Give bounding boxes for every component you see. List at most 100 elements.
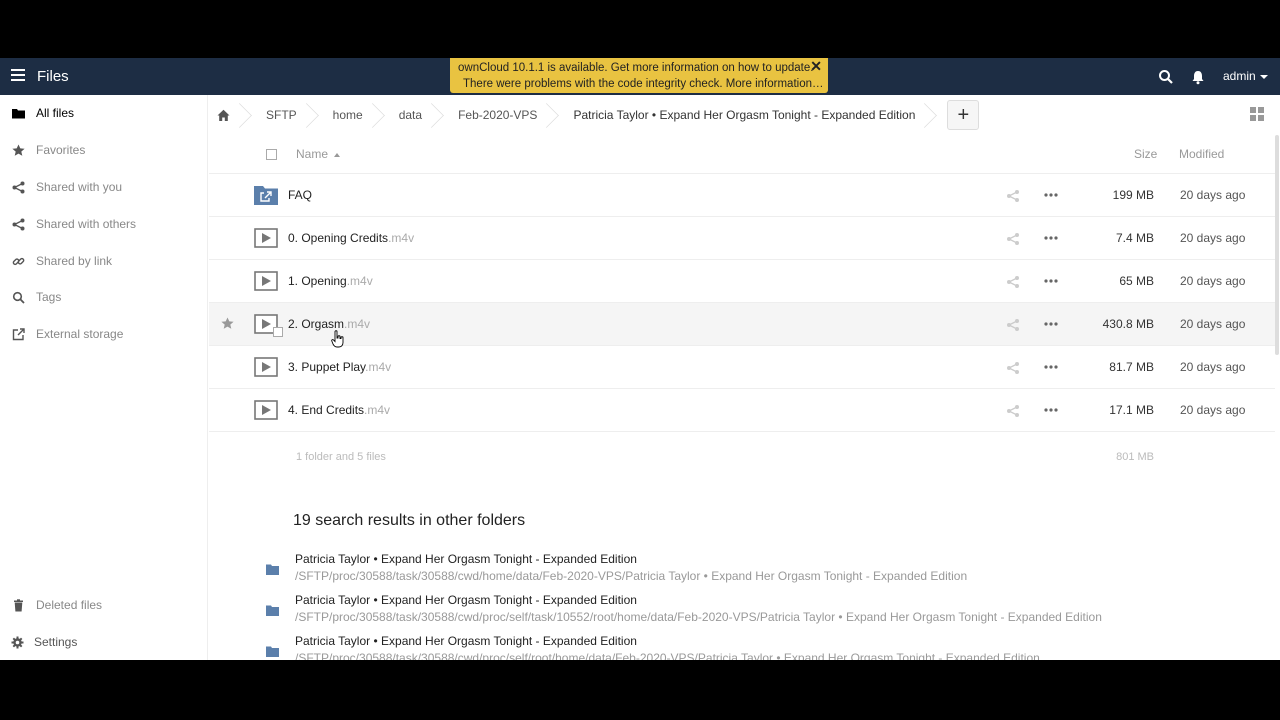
sidebar: All files Favorites Shared with you Shar… <box>0 95 208 660</box>
share-icon <box>12 181 24 193</box>
sidebar-item-external-storage[interactable]: External storage <box>0 320 208 348</box>
more-actions-icon[interactable] <box>1044 365 1058 369</box>
file-name[interactable]: 2. Orgasm.m4v <box>288 317 370 331</box>
share-icon[interactable] <box>1006 275 1020 289</box>
search-result-path: /SFTP/proc/30588/task/30588/cwd/proc/sel… <box>295 610 1102 624</box>
trash-icon <box>13 598 23 611</box>
file-name[interactable]: 0. Opening Credits.m4v <box>288 231 414 245</box>
search-result-item[interactable]: Patricia Taylor • Expand Her Orgasm Toni… <box>266 593 1266 627</box>
hand-cursor-icon <box>331 330 344 348</box>
sidebar-item-favorites[interactable]: Favorites <box>0 136 208 164</box>
share-icon[interactable] <box>1006 232 1020 246</box>
table-row[interactable]: 4. End Credits.m4v 17.1 MB 20 days ago <box>209 389 1275 432</box>
sidebar-item-shared-by-link[interactable]: Shared by link <box>0 247 208 275</box>
file-name-text: 4. End Credits <box>288 403 365 417</box>
sidebar-item-settings[interactable]: Settings <box>0 628 208 656</box>
hamburger-menu-icon[interactable] <box>11 69 25 83</box>
sidebar-item-label: All files <box>36 106 75 120</box>
table-row[interactable]: FAQ 199 MB 20 days ago <box>209 174 1275 217</box>
file-name-text: 1. Opening <box>288 274 347 288</box>
select-all-checkbox[interactable] <box>266 149 277 160</box>
sidebar-item-shared-with-you[interactable]: Shared with you <box>0 173 208 201</box>
search-result-item[interactable]: Patricia Taylor • Expand Her Orgasm Toni… <box>266 634 1266 660</box>
file-modified: 20 days ago <box>1180 360 1246 374</box>
share-icon[interactable] <box>1006 318 1020 332</box>
file-name[interactable]: 4. End Credits.m4v <box>288 403 390 417</box>
external-folder-icon <box>254 186 278 205</box>
sidebar-item-tags[interactable]: Tags <box>0 283 208 311</box>
search-result-name: Patricia Taylor • Expand Her Orgasm Toni… <box>295 552 637 566</box>
sidebar-item-shared-with-others[interactable]: Shared with others <box>0 210 208 238</box>
file-list-summary: 1 folder and 5 files 801 MB <box>209 432 1275 482</box>
more-actions-icon[interactable] <box>1044 236 1058 240</box>
search-result-path: /SFTP/proc/30588/task/30588/cwd/home/dat… <box>295 569 968 583</box>
update-notification: ownCloud 10.1.1 is available. Get more i… <box>450 58 828 93</box>
app-title[interactable]: Files <box>37 68 69 85</box>
sidebar-item-label: Shared with others <box>36 217 137 231</box>
more-actions-icon[interactable] <box>1044 408 1058 412</box>
file-size: 81.7 MB <box>1109 360 1154 374</box>
breadcrumb-item[interactable]: data <box>381 95 440 135</box>
file-ext: .m4v <box>364 403 391 417</box>
sidebar-item-all-files[interactable]: All files <box>0 99 208 127</box>
grid-view-icon[interactable] <box>1250 107 1264 121</box>
video-file-icon <box>254 271 278 291</box>
user-menu[interactable]: admin <box>1223 69 1268 83</box>
home-icon <box>217 109 230 121</box>
breadcrumb: SFTP home data Feb-2020-VPS Patricia Tay… <box>209 95 1280 135</box>
file-name-text: 2. Orgasm <box>288 317 345 331</box>
search-result-item[interactable]: Patricia Taylor • Expand Her Orgasm Toni… <box>266 552 1266 586</box>
file-size: 199 MB <box>1112 188 1154 202</box>
table-row[interactable]: 0. Opening Credits.m4v 7.4 MB 20 days ag… <box>209 217 1275 260</box>
search-icon[interactable] <box>1158 69 1174 85</box>
breadcrumb-item[interactable]: home <box>315 95 381 135</box>
table-row[interactable]: 1. Opening.m4v 65 MB 20 days ago <box>209 260 1275 303</box>
column-name[interactable]: Name <box>296 147 341 161</box>
sidebar-item-label: Favorites <box>36 143 86 157</box>
owncloud-window: Files admin ownCloud 10.1.1 is available… <box>0 58 1280 660</box>
close-icon[interactable]: ✕ <box>810 58 822 75</box>
file-modified: 20 days ago <box>1180 231 1246 245</box>
integrity-warning-text[interactable]: There were problems with the code integr… <box>458 76 824 92</box>
file-name[interactable]: 3. Puppet Play.m4v <box>288 360 391 374</box>
folder-icon <box>266 646 279 657</box>
row-select-checkbox[interactable] <box>273 327 283 337</box>
share-icon[interactable] <box>1006 189 1020 203</box>
scrollbar[interactable] <box>1275 135 1279 355</box>
file-name[interactable]: 1. Opening.m4v <box>288 274 373 288</box>
more-actions-icon[interactable] <box>1044 322 1058 326</box>
file-modified: 20 days ago <box>1180 188 1246 202</box>
sidebar-item-label: External storage <box>36 327 124 341</box>
more-actions-icon[interactable] <box>1044 193 1058 197</box>
file-size: 430.8 MB <box>1102 317 1154 331</box>
search-icon <box>12 291 25 304</box>
chevron-down-icon <box>1259 74 1268 79</box>
share-icon[interactable] <box>1006 361 1020 375</box>
breadcrumb-home[interactable] <box>209 95 248 135</box>
file-name[interactable]: FAQ <box>288 188 312 202</box>
breadcrumb-item[interactable]: Feb-2020-VPS <box>440 95 555 135</box>
more-actions-icon[interactable] <box>1044 279 1058 283</box>
search-result-path: /SFTP/proc/30588/task/30588/cwd/proc/sel… <box>295 651 1040 660</box>
file-modified: 20 days ago <box>1180 274 1246 288</box>
column-name-label: Name <box>296 147 329 161</box>
update-available-text[interactable]: ownCloud 10.1.1 is available. Get more i… <box>458 60 820 76</box>
breadcrumb-item[interactable]: SFTP <box>248 95 315 135</box>
add-new-button[interactable]: + <box>947 100 980 130</box>
table-row[interactable]: 2. Orgasm.m4v 430.8 MB 20 days ago <box>209 303 1275 346</box>
favorite-star-icon[interactable] <box>221 317 234 330</box>
file-size: 65 MB <box>1119 274 1154 288</box>
bell-icon[interactable] <box>1191 69 1205 85</box>
share-icon <box>12 218 24 230</box>
table-row[interactable]: 3. Puppet Play.m4v 81.7 MB 20 days ago <box>209 346 1275 389</box>
sidebar-item-deleted-files[interactable]: Deleted files <box>0 591 208 619</box>
breadcrumb-current[interactable]: Patricia Taylor • Expand Her Orgasm Toni… <box>555 95 933 135</box>
column-size[interactable]: Size <box>1134 147 1157 161</box>
sidebar-item-label: Shared by link <box>36 254 113 268</box>
table-header: Name Size Modified <box>209 135 1275 174</box>
share-icon[interactable] <box>1006 404 1020 418</box>
search-results-title: 19 search results in other folders <box>293 512 526 529</box>
search-result-name: Patricia Taylor • Expand Her Orgasm Toni… <box>295 634 637 648</box>
column-modified[interactable]: Modified <box>1179 147 1224 161</box>
folder-icon <box>266 564 279 575</box>
